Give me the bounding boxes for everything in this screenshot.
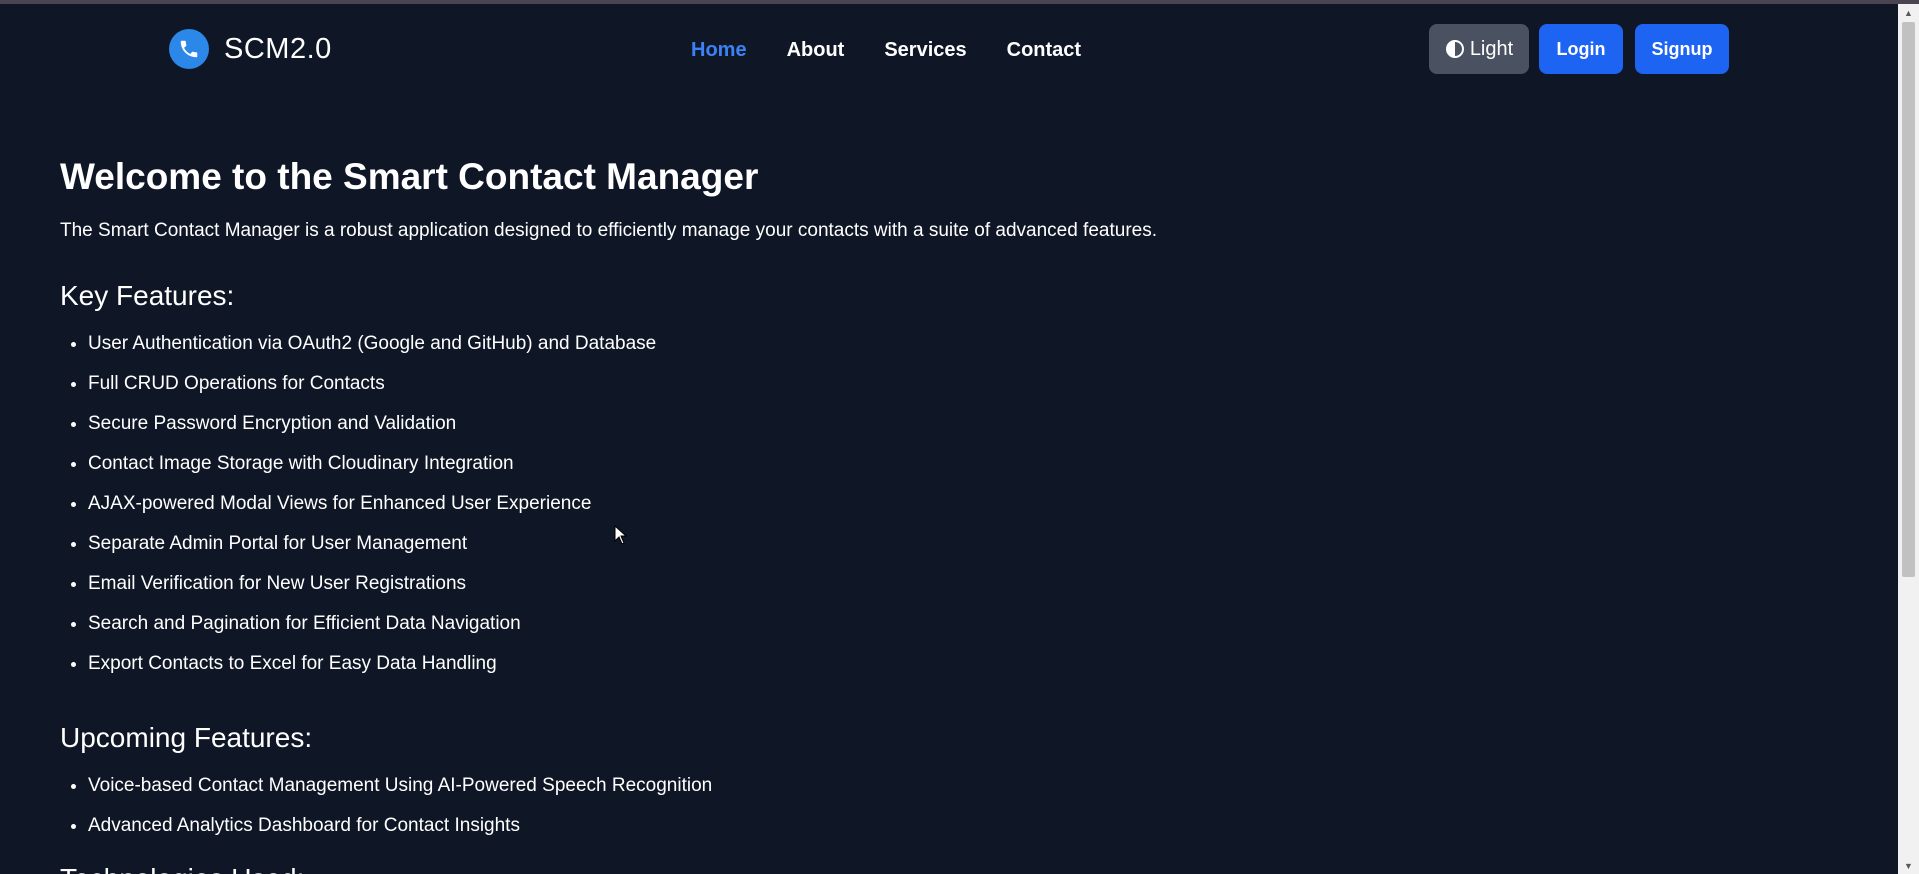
intro-text: The Smart Contact Manager is a robust ap… [60,220,1157,241]
list-item: Separate Admin Portal for User Managemen… [88,524,1560,564]
list-item: Email Verification for New User Registra… [88,564,1560,604]
theme-toggle-label: Light [1469,37,1514,60]
nav-link-home[interactable]: Home [691,39,747,62]
mouse-cursor-icon [614,524,628,550]
vertical-scrollbar[interactable]: ▲ ▼ [1898,4,1919,874]
list-item: Advanced Analytics Dashboard for Contact… [88,806,1560,846]
scroll-down-arrow-icon[interactable]: ▼ [1898,857,1919,874]
theme-toggle-button[interactable]: Light [1429,24,1529,74]
list-item: Contact Image Storage with Cloudinary In… [88,444,1560,484]
page: SCM2.0 Home About Services Contact Light… [0,4,1898,874]
technologies-heading-partial: Technologies Used: [60,863,304,874]
page-title: Welcome to the Smart Contact Manager [60,156,759,197]
nav-link-about[interactable]: About [787,39,845,62]
nav-actions: Light Login Signup [1429,24,1729,74]
key-features-heading: Key Features: [60,280,235,311]
list-item: AJAX-powered Modal Views for Enhanced Us… [88,484,1560,524]
nav-link-contact[interactable]: Contact [1007,39,1081,62]
nav-link-services[interactable]: Services [884,39,966,62]
upcoming-features-list: Voice-based Contact Management Using AI-… [60,766,1560,846]
list-item: Voice-based Contact Management Using AI-… [88,766,1560,806]
main-content: Welcome to the Smart Contact Manager The… [60,156,1560,846]
half-circle-icon [1445,39,1465,59]
list-item: Full CRUD Operations for Contacts [88,364,1560,404]
list-item: Secure Password Encryption and Validatio… [88,404,1560,444]
brand[interactable]: SCM2.0 [169,29,332,69]
list-item: User Authentication via OAuth2 (Google a… [88,324,1560,364]
brand-name: SCM2.0 [224,32,332,65]
login-button[interactable]: Login [1539,24,1623,74]
list-item: Search and Pagination for Efficient Data… [88,604,1560,644]
nav-links: Home About Services Contact [691,39,1121,62]
scroll-up-arrow-icon[interactable]: ▲ [1898,4,1919,21]
key-features-list: User Authentication via OAuth2 (Google a… [60,324,1560,684]
navbar: SCM2.0 Home About Services Contact Light… [0,4,1898,100]
list-item: Export Contacts to Excel for Easy Data H… [88,644,1560,684]
phone-icon [169,29,209,69]
scroll-thumb[interactable] [1902,22,1915,577]
signup-button[interactable]: Signup [1635,24,1729,74]
upcoming-features-heading: Upcoming Features: [60,722,313,753]
